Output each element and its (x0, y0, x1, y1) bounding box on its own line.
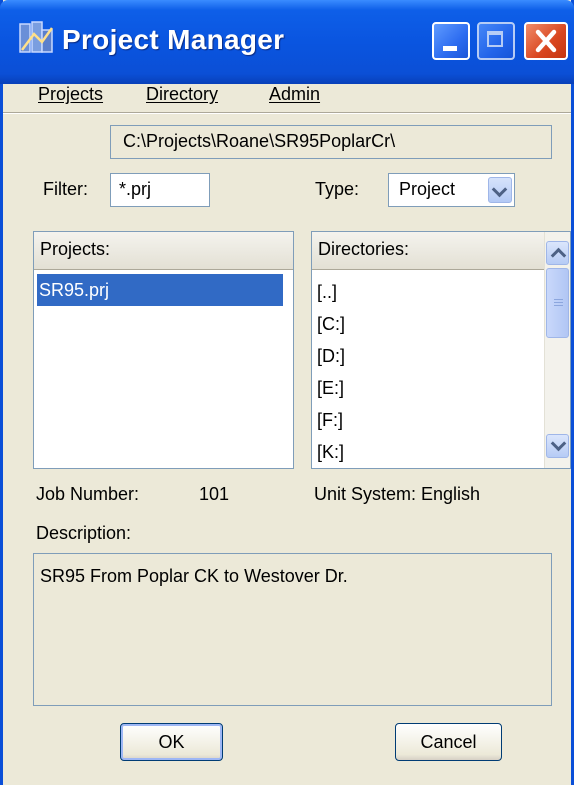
chevron-up-icon (550, 247, 567, 264)
type-label: Type: (315, 179, 360, 199)
job-number-label: Job Number: (36, 484, 140, 504)
project-manager-window: Project Manager Projects Directory Admin… (0, 0, 574, 785)
filter-label: Filter: (43, 179, 88, 199)
maximize-button (477, 22, 515, 60)
directories-scrollbar[interactable] (544, 232, 570, 468)
directories-rows: [..] [C:] [D:] [E:] [F:] [K:] (312, 276, 530, 468)
menu-projects[interactable]: Projects (38, 84, 103, 105)
directory-item-f[interactable]: [F:] (312, 404, 530, 436)
unit-system-text: Unit System: English (314, 484, 481, 504)
close-icon (535, 29, 557, 53)
job-number-value: 101 (199, 484, 230, 504)
directory-item-d[interactable]: [D:] (312, 340, 530, 372)
chevron-down-icon (491, 181, 508, 198)
cancel-button[interactable]: Cancel (395, 723, 502, 761)
grip-line (554, 299, 563, 300)
description-field[interactable]: SR95 From Poplar CK to Westover Dr. (33, 553, 552, 706)
directories-list-header: Directories: (312, 232, 546, 270)
maximize-icon (487, 31, 503, 47)
description-label: Description: (36, 523, 132, 543)
project-manager-app-icon (19, 21, 54, 53)
directory-item-k[interactable]: [K:] (312, 436, 530, 468)
menu-separator (3, 112, 571, 114)
scroll-down-button[interactable] (546, 434, 569, 458)
scroll-up-button[interactable] (546, 241, 569, 265)
filter-input[interactable]: *.prj (110, 173, 210, 207)
directory-item-e[interactable]: [E:] (312, 372, 530, 404)
title-bar[interactable]: Project Manager (0, 0, 574, 84)
minimize-icon (443, 46, 457, 51)
minimize-button[interactable] (432, 22, 470, 60)
directory-item-parent[interactable]: [..] (312, 276, 530, 308)
project-item-sr95[interactable]: SR95.prj (37, 274, 283, 306)
directories-list[interactable]: Directories: [..] [C:] [D:] [E:] [F:] [K… (311, 231, 571, 469)
grip-line (554, 302, 563, 303)
type-dropdown-value: Project (399, 179, 456, 199)
projects-list-header: Projects: (34, 232, 293, 270)
current-path-display: C:\Projects\Roane\SR95PoplarCr\ (110, 125, 552, 159)
menu-directory[interactable]: Directory (146, 84, 218, 105)
close-button[interactable] (524, 22, 568, 60)
menu-admin[interactable]: Admin (269, 84, 320, 105)
projects-list[interactable]: Projects: SR95.prj (33, 231, 294, 469)
chevron-down-icon (550, 435, 567, 452)
type-dropdown-button[interactable] (488, 177, 512, 203)
directory-item-c[interactable]: [C:] (312, 308, 530, 340)
scroll-thumb[interactable] (546, 268, 569, 338)
grip-line (554, 305, 563, 306)
window-title: Project Manager (62, 24, 285, 55)
ok-button[interactable]: OK (120, 723, 223, 761)
type-dropdown[interactable]: Project (388, 173, 515, 207)
menu-bar: Projects Directory Admin (3, 84, 571, 112)
ok-button-label: OK (158, 732, 185, 752)
